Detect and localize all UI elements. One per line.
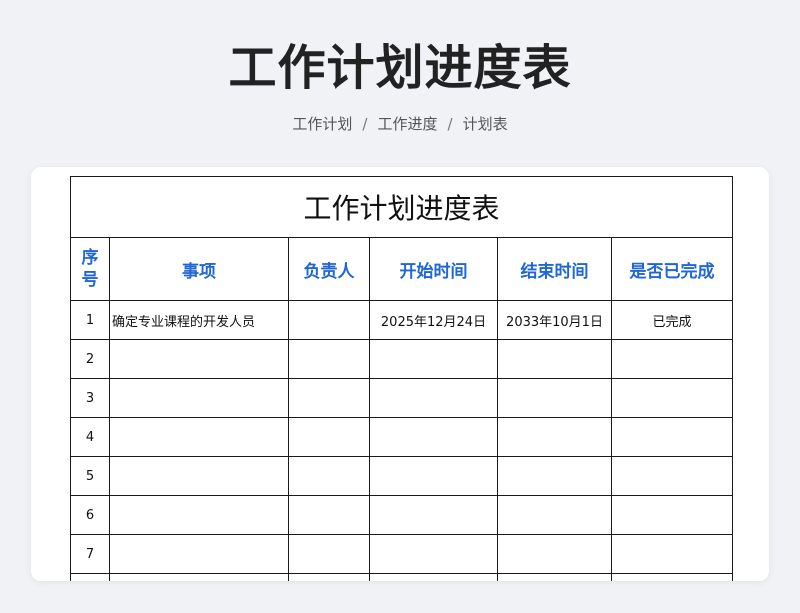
- table-row: 7: [70, 534, 734, 574]
- table-row: [70, 573, 734, 581]
- cell-start-time: [369, 573, 498, 581]
- breadcrumb: 工作计划 / 工作进度 / 计划表: [0, 114, 800, 134]
- header-end-time: 结束时间: [497, 237, 612, 301]
- cell-owner: [288, 456, 370, 496]
- cell-number: 3: [70, 378, 110, 418]
- table-body: 1 确定专业课程的开发人员 2025年12月24日 2033年10月1日 已完成 2 3 4 5…: [70, 300, 734, 581]
- cell-start-time: [369, 417, 498, 457]
- cell-end-time: [497, 534, 612, 574]
- cell-number: 6: [70, 495, 110, 535]
- table-title: 工作计划进度表: [69, 176, 734, 238]
- cell-start-time: [369, 534, 498, 574]
- cell-end-time: [497, 417, 612, 457]
- cell-owner: [288, 300, 370, 340]
- cell-completed: [610, 456, 734, 496]
- progress-table: 工作计划进度表 序 号 事项 负责人 开始时间 结束时间 是否已完成 1 确定专业…: [69, 176, 734, 581]
- cell-completed: [610, 417, 734, 457]
- cell-start-time: [369, 378, 498, 418]
- cell-owner: [288, 417, 370, 457]
- breadcrumb-separator: /: [362, 115, 368, 133]
- cell-completed: [610, 573, 734, 581]
- page-title: 工作计划进度表: [228, 40, 572, 96]
- cell-completed: [610, 495, 734, 535]
- table-row: 2: [70, 339, 734, 379]
- header-number-line2: 号: [81, 270, 99, 290]
- cell-task: [109, 339, 289, 379]
- cell-task: [109, 456, 289, 496]
- cell-task: 确定专业课程的开发人员: [109, 300, 289, 340]
- table-row: 1 确定专业课程的开发人员 2025年12月24日 2033年10月1日 已完成: [70, 300, 734, 340]
- cell-start-time: [369, 456, 498, 496]
- cell-owner: [288, 495, 370, 535]
- cell-task: [109, 573, 289, 581]
- header-task: 事项: [109, 237, 289, 301]
- table-row: 6: [70, 495, 734, 535]
- breadcrumb-item[interactable]: 工作计划: [292, 115, 352, 133]
- cell-end-time: [497, 573, 612, 581]
- cell-completed: [610, 378, 734, 418]
- header-completed: 是否已完成: [610, 237, 734, 301]
- cell-end-time: 2033年10月1日: [497, 300, 612, 340]
- header-number-line1: 序: [81, 248, 99, 268]
- header-owner: 负责人: [288, 237, 370, 301]
- cell-number: 1: [70, 300, 110, 340]
- cell-completed: [610, 534, 734, 574]
- cell-end-time: [497, 339, 612, 379]
- cell-number: 2: [70, 339, 110, 379]
- cell-end-time: [497, 495, 612, 535]
- breadcrumb-item[interactable]: 工作进度: [377, 115, 437, 133]
- cell-task: [109, 378, 289, 418]
- cell-owner: [288, 339, 370, 379]
- breadcrumb-separator: /: [447, 115, 453, 133]
- cell-task: [109, 534, 289, 574]
- table-row: 4: [70, 417, 734, 457]
- cell-completed: 已完成: [610, 300, 734, 340]
- cell-start-time: 2025年12月24日: [369, 300, 498, 340]
- preview-card: 工作计划进度表 序 号 事项 负责人 开始时间 结束时间 是否已完成 1 确定专业…: [31, 167, 769, 581]
- cell-number: 5: [70, 456, 110, 496]
- cell-number: 7: [70, 534, 110, 574]
- header-start-time: 开始时间: [369, 237, 498, 301]
- cell-end-time: [497, 378, 612, 418]
- cell-start-time: [369, 339, 498, 379]
- breadcrumb-item[interactable]: 计划表: [463, 115, 508, 133]
- cell-owner: [288, 378, 370, 418]
- cell-task: [109, 495, 289, 535]
- header-number: 序 号: [70, 237, 110, 301]
- cell-owner: [288, 534, 370, 574]
- table-row: 5: [70, 456, 734, 496]
- cell-owner: [288, 573, 370, 581]
- table-row: 3: [70, 378, 734, 418]
- cell-completed: [610, 339, 734, 379]
- cell-end-time: [497, 456, 612, 496]
- cell-task: [109, 417, 289, 457]
- cell-number: [70, 573, 110, 581]
- cell-start-time: [369, 495, 498, 535]
- cell-number: 4: [70, 417, 110, 457]
